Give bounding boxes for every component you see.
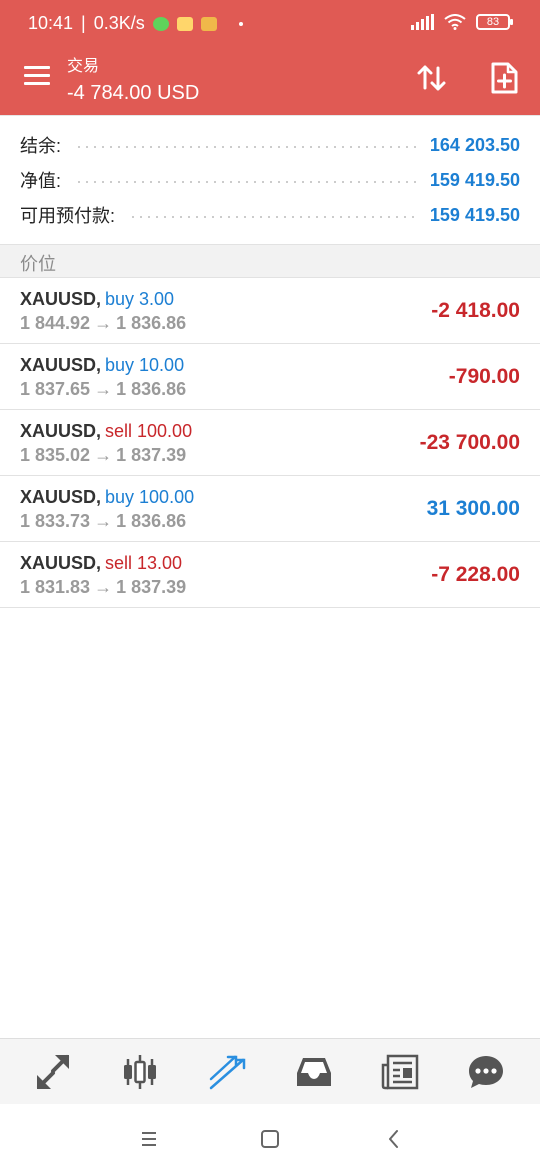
menu-icon[interactable]	[24, 66, 52, 88]
page-title: 交易	[67, 58, 100, 75]
position-type: buy 10.00	[105, 355, 185, 375]
position-symbol: XAUUSD,	[20, 421, 102, 441]
app-header: 10:41 | 0.3K/s 83 交易 -4 784.00 USD	[0, 0, 540, 115]
dotted-leader	[75, 146, 416, 148]
status-left: 10:41 | 0.3K/s	[28, 13, 243, 34]
status-time: 10:41	[28, 13, 74, 33]
current-price: 1 837.39	[116, 445, 187, 465]
status-speed: 0.3K/s	[93, 13, 145, 33]
position-row[interactable]: XAUUSD, buy 10.00 1 837.65 → 1 836.86 -790.…	[0, 344, 540, 410]
position-prices: 1 835.02 → 1 837.39	[20, 445, 186, 466]
equity-value: 159 419.50	[429, 169, 520, 190]
home-button-icon[interactable]	[257, 1126, 283, 1152]
current-price: 1 836.86	[116, 511, 187, 531]
balance-label: 结余:	[20, 136, 62, 156]
position-profit: -23 700.00	[419, 431, 520, 454]
position-symbol: XAUUSD,	[20, 355, 102, 375]
position-symbol: XAUUSD,	[20, 289, 102, 309]
battery-icon: 83	[476, 14, 513, 30]
free-margin-value: 159 419.50	[429, 204, 520, 225]
current-price: 1 836.86	[116, 313, 187, 333]
battery-level: 83	[486, 16, 500, 28]
position-symbol: XAUUSD,	[20, 553, 102, 573]
price-arrow: →	[94, 511, 113, 531]
news-icon[interactable]	[380, 1053, 420, 1091]
position-prices: 1 833.73 → 1 836.86	[20, 511, 186, 532]
system-navigation	[0, 1104, 540, 1170]
price-arrow: →	[94, 313, 113, 333]
account-summary: 结余: 164 203.50 净值: 159 419.50 可用预付款: 159…	[0, 115, 540, 245]
status-bar: 10:41 | 0.3K/s 83	[0, 0, 540, 46]
chat-icon[interactable]	[466, 1053, 506, 1091]
wechat-icon	[152, 16, 169, 31]
position-title: XAUUSD, buy 3.00	[20, 289, 174, 310]
status-separator: |	[81, 13, 86, 33]
dotted-leader	[129, 216, 416, 218]
position-profit: -790.00	[448, 365, 520, 388]
position-row[interactable]: XAUUSD, sell 13.00 1 831.83 → 1 837.39 -7 2…	[0, 542, 540, 608]
positions-section-header: 价位	[0, 244, 540, 278]
recents-menu-icon[interactable]	[136, 1126, 162, 1152]
price-arrow: →	[94, 577, 113, 597]
open-price: 1 831.83	[20, 577, 91, 597]
trade-icon[interactable]	[207, 1053, 247, 1091]
quotes-icon[interactable]	[33, 1053, 73, 1091]
current-price: 1 837.39	[116, 577, 187, 597]
position-type: sell 100.00	[105, 421, 193, 441]
position-row[interactable]: XAUUSD, buy 3.00 1 844.92 → 1 836.86 -2 418…	[0, 278, 540, 344]
total-profit: -4 784.00 USD	[67, 82, 200, 104]
price-arrow: →	[94, 379, 113, 399]
more-notifications-icon	[238, 21, 243, 26]
equity-label: 净值:	[20, 171, 62, 191]
position-title: XAUUSD, sell 13.00	[20, 553, 182, 574]
open-price: 1 837.65	[20, 379, 91, 399]
position-prices: 1 837.65 → 1 836.86	[20, 379, 186, 400]
open-price: 1 833.73	[20, 511, 91, 531]
balance-value: 164 203.50	[429, 134, 520, 155]
title-block: 交易 -4 784.00 USD	[67, 52, 199, 105]
dotted-leader	[75, 181, 416, 183]
price-arrow: →	[94, 445, 113, 465]
position-type: buy 100.00	[105, 487, 195, 507]
position-prices: 1 844.92 → 1 836.86	[20, 313, 186, 334]
position-row[interactable]: XAUUSD, buy 100.00 1 833.73 → 1 836.86 31 3…	[0, 476, 540, 542]
position-title: XAUUSD, sell 100.00	[20, 421, 192, 442]
equity-row: 净值: 159 419.50	[20, 163, 520, 197]
free-margin-row: 可用预付款: 159 419.50	[20, 198, 520, 232]
position-profit: -2 418.00	[431, 299, 520, 322]
free-margin-label: 可用预付款:	[20, 206, 116, 226]
positions-list: XAUUSD, buy 3.00 1 844.92 → 1 836.86 -2 418…	[0, 278, 540, 608]
sort-arrows-icon[interactable]	[414, 60, 450, 96]
open-price: 1 844.92	[20, 313, 91, 333]
new-order-icon[interactable]	[486, 60, 522, 96]
app-notification-icon	[200, 16, 217, 31]
position-symbol: XAUUSD,	[20, 487, 102, 507]
back-button-icon[interactable]	[381, 1126, 407, 1152]
balance-row: 结余: 164 203.50	[20, 128, 520, 162]
signal-icon	[411, 14, 434, 30]
position-row[interactable]: XAUUSD, sell 100.00 1 835.02 → 1 837.39 -23…	[0, 410, 540, 476]
current-price: 1 836.86	[116, 379, 187, 399]
position-profit: 31 300.00	[426, 497, 520, 520]
inbox-icon[interactable]	[294, 1053, 334, 1091]
section-title: 价位	[20, 254, 56, 274]
message-icon	[176, 16, 193, 31]
wifi-icon	[444, 14, 466, 30]
position-title: XAUUSD, buy 10.00	[20, 355, 184, 376]
position-type: buy 3.00	[105, 289, 175, 309]
position-title: XAUUSD, buy 100.00	[20, 487, 194, 508]
position-prices: 1 831.83 → 1 837.39	[20, 577, 186, 598]
chart-candlestick-icon[interactable]	[120, 1053, 160, 1091]
status-right: 83	[411, 14, 513, 30]
open-price: 1 835.02	[20, 445, 91, 465]
bottom-navigation	[0, 1038, 540, 1104]
position-profit: -7 228.00	[431, 563, 520, 586]
position-type: sell 13.00	[105, 553, 183, 573]
